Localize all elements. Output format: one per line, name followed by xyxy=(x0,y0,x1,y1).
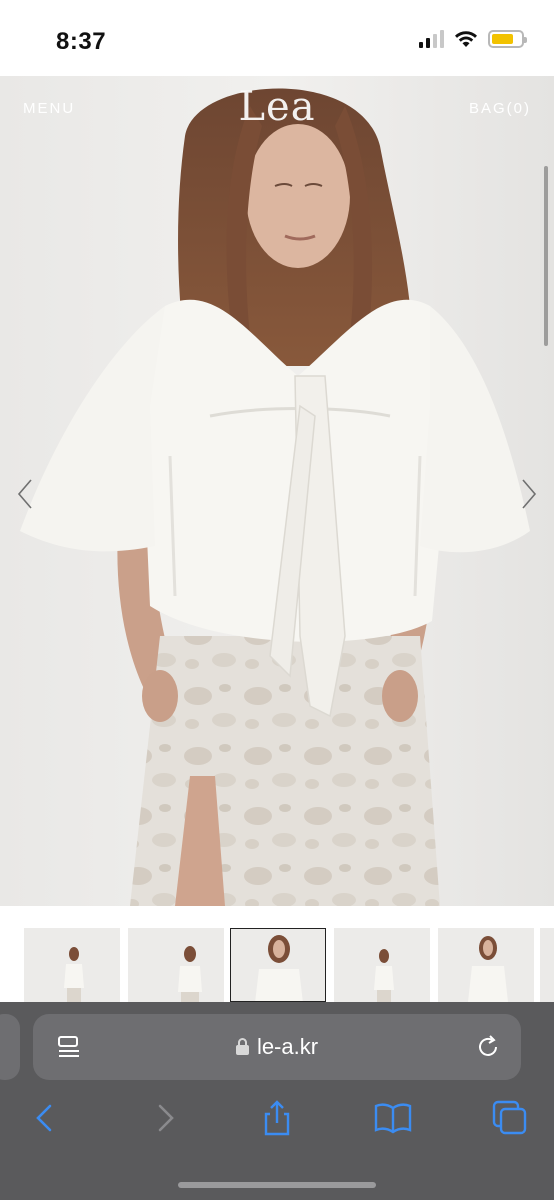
chevron-left-icon[interactable] xyxy=(13,476,39,512)
battery-level xyxy=(492,34,513,44)
url-text: le-a.kr xyxy=(256,1034,319,1059)
cellular-signal-icon xyxy=(419,30,444,48)
home-indicator[interactable] xyxy=(178,1182,376,1188)
scrollbar[interactable] xyxy=(544,166,548,346)
thumbnail[interactable] xyxy=(24,928,120,1002)
thumbnail[interactable] xyxy=(438,928,534,1002)
tabs-icon[interactable] xyxy=(490,1098,530,1138)
status-bar: 8:37 xyxy=(0,0,554,76)
address-bar[interactable]: le-a.kr xyxy=(33,1014,521,1080)
battery-icon xyxy=(488,30,527,48)
wifi-icon xyxy=(455,31,477,47)
lock-icon xyxy=(235,1038,249,1055)
thumbnail-strip xyxy=(0,906,554,1002)
bag-link[interactable]: BAG(0) xyxy=(469,100,531,117)
thumbnail[interactable] xyxy=(334,928,430,1002)
thumbnail-active[interactable] xyxy=(230,928,326,1002)
bookmarks-icon[interactable] xyxy=(373,1098,413,1138)
model-photo xyxy=(0,76,554,906)
chevron-right-icon[interactable] xyxy=(515,476,541,512)
browser-nav-bar xyxy=(0,1098,554,1138)
back-icon[interactable] xyxy=(26,1098,66,1138)
url-display[interactable]: le-a.kr xyxy=(33,1034,521,1060)
status-time: 8:37 xyxy=(56,28,107,55)
share-icon[interactable] xyxy=(257,1098,297,1138)
forward-icon[interactable] xyxy=(144,1098,184,1138)
browser-toolbar: le-a.kr xyxy=(0,1002,554,1200)
status-icons xyxy=(419,30,527,48)
previous-tab-preview[interactable] xyxy=(0,1014,20,1080)
thumbnail[interactable] xyxy=(128,928,224,1002)
thumbnail[interactable] xyxy=(540,928,554,1002)
product-hero-image[interactable]: MENU Lea BAG(0) xyxy=(0,76,554,906)
site-header: MENU Lea BAG(0) xyxy=(0,76,554,146)
reload-icon[interactable] xyxy=(475,1034,501,1060)
